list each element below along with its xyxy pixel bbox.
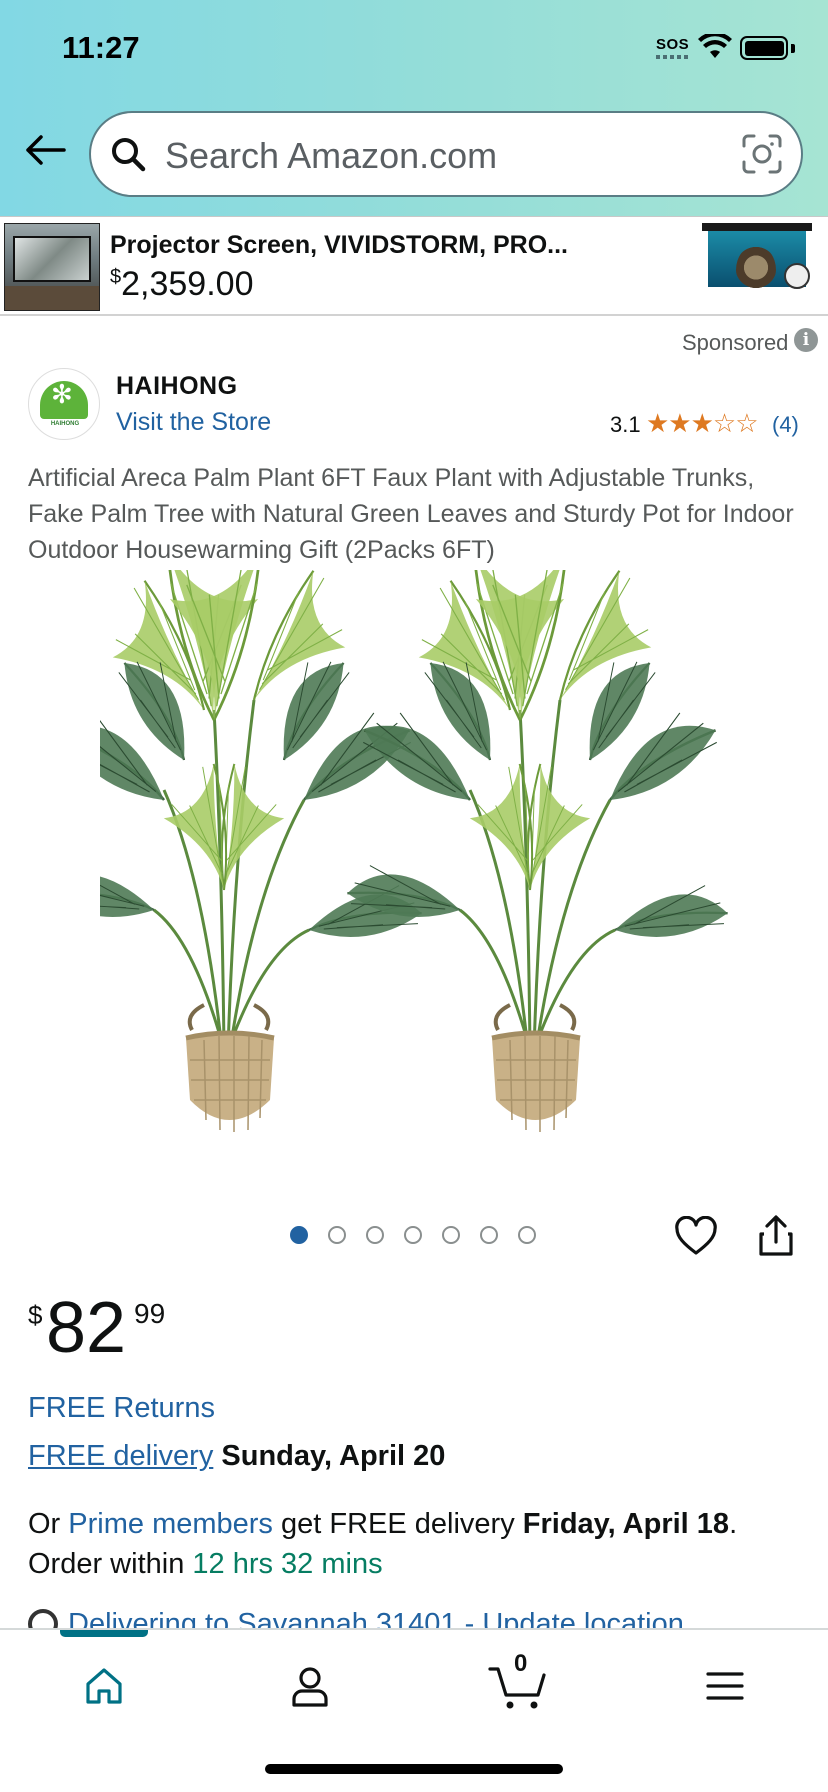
search-input[interactable]: Search Amazon.com (89, 111, 803, 197)
signal-dots (656, 55, 690, 59)
carousel-dot[interactable] (328, 1226, 346, 1244)
sos-indicator: SOS (656, 36, 690, 53)
banner-product-image[interactable] (4, 223, 100, 311)
delivery-location[interactable]: Delivering to Savannah 31401 - Update lo… (28, 1608, 808, 1630)
nav-home[interactable] (64, 1654, 144, 1718)
prime-middle: get FREE delivery (272, 1508, 523, 1540)
carousel-dot[interactable] (518, 1226, 536, 1244)
product-image[interactable] (100, 570, 740, 1160)
heart-icon[interactable] (674, 1216, 718, 1256)
free-delivery-line: FREE delivery Sunday, April 20 (28, 1440, 445, 1473)
order-within-prefix: Order within (28, 1548, 193, 1580)
banner-price-value: 2,359.00 (121, 265, 254, 303)
sponsored-banner-ad[interactable]: Projector Screen, VIVIDSTORM, PRO... $2,… (0, 216, 828, 316)
menu-icon[interactable] (705, 1670, 745, 1702)
search-placeholder: Search Amazon.com (165, 135, 498, 176)
delivery-date: Sunday, April 20 (221, 1440, 446, 1472)
app-header: 11:27 SOS Search Amazon.com (0, 0, 828, 216)
price-fraction: 99 (134, 1298, 166, 1329)
home-indicator (265, 1764, 563, 1774)
camera-icon[interactable] (741, 133, 783, 175)
carousel-dot[interactable] (290, 1226, 308, 1244)
price-currency: $ (28, 1300, 43, 1330)
product-title: Artificial Areca Palm Plant 6FT Faux Pla… (28, 464, 794, 564)
battery-tip (791, 44, 795, 53)
delivery-location-link[interactable]: Delivering to Savannah 31401 - Update lo… (68, 1608, 684, 1630)
prime-suffix: . (729, 1508, 738, 1540)
status-time: 11:27 (62, 30, 140, 65)
nav-account[interactable] (270, 1654, 350, 1718)
share-icon[interactable] (756, 1214, 796, 1258)
sponsored-label: Sponsored (682, 330, 789, 355)
location-pin-icon (28, 1609, 58, 1630)
search-icon[interactable] (109, 135, 149, 175)
banner-price-currency: $ (110, 266, 122, 288)
carousel-dot[interactable] (404, 1226, 422, 1244)
prime-delivery-info: Or Prime members get FREE delivery Frida… (28, 1504, 737, 1584)
nav-cart[interactable]: 0 (478, 1650, 558, 1718)
back-arrow-icon[interactable] (24, 134, 66, 166)
star-rating[interactable]: ★★★☆☆ (646, 408, 759, 439)
account-icon[interactable] (290, 1665, 330, 1707)
brand-name: HAIHONG (116, 372, 238, 400)
banner-title[interactable]: Projector Screen, VIVIDSTORM, PRO... (110, 231, 568, 260)
prime-date: Friday, April 18 (522, 1508, 730, 1540)
wifi-icon (698, 34, 732, 58)
brand-logo-text: HAIHONG (50, 421, 80, 427)
home-icon[interactable] (84, 1666, 124, 1706)
carousel-dot[interactable] (480, 1226, 498, 1244)
banner-secondary-image[interactable] (702, 223, 812, 305)
review-count-link[interactable]: (4) (772, 412, 799, 438)
nav-active-indicator (60, 1630, 148, 1637)
free-returns-link[interactable]: FREE Returns (28, 1392, 215, 1425)
free-delivery-link[interactable]: FREE delivery (28, 1440, 213, 1472)
battery-icon (740, 36, 788, 60)
carousel-dot[interactable] (442, 1226, 460, 1244)
carousel-dot[interactable] (366, 1226, 384, 1244)
info-icon[interactable]: i (794, 328, 818, 352)
price-whole: 82 (46, 1288, 127, 1368)
brand-logo[interactable]: ✻ HAIHONG (28, 368, 100, 440)
visit-store-link[interactable]: Visit the Store (116, 408, 271, 437)
prime-prefix: Or (28, 1508, 69, 1540)
prime-members-link[interactable]: Prime members (68, 1508, 273, 1540)
rating-value: 3.1 (610, 412, 641, 437)
order-countdown: 12 hrs 32 mins (192, 1548, 383, 1580)
cart-count: 0 (514, 1650, 528, 1677)
banner-price: $2,359.00 (110, 265, 253, 304)
nav-menu[interactable] (685, 1654, 765, 1718)
